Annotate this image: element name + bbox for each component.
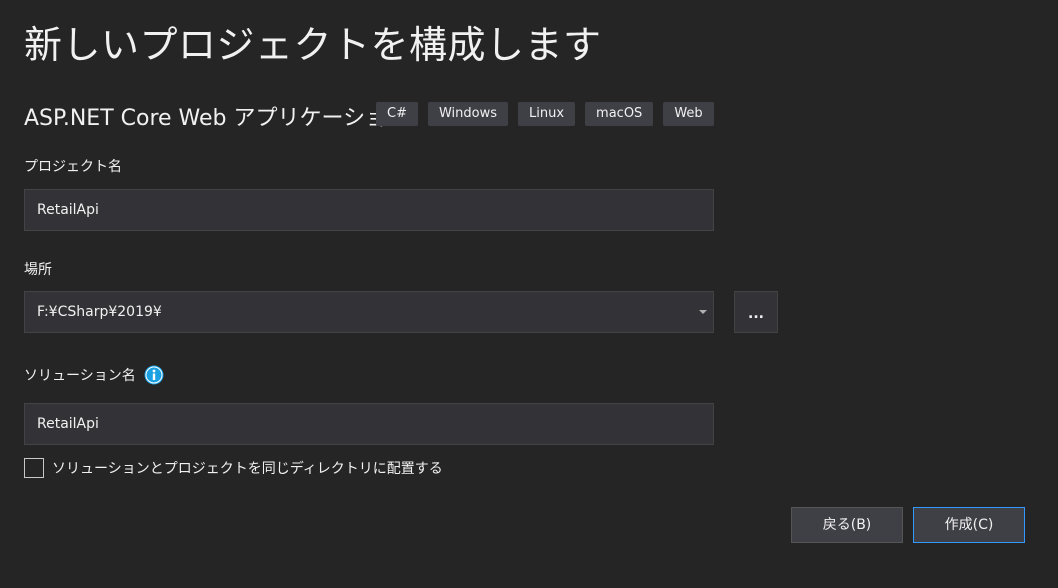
tag-linux: Linux bbox=[518, 102, 576, 126]
solution-name-input[interactable]: RetailApi bbox=[24, 403, 714, 445]
page-title: 新しいプロジェクトを構成します bbox=[24, 23, 602, 67]
project-name-value: RetailApi bbox=[37, 202, 99, 218]
tag-macos: macOS bbox=[585, 102, 654, 126]
location-label: 場所 bbox=[24, 262, 52, 278]
project-name-input[interactable]: RetailApi bbox=[24, 189, 714, 231]
tag-csharp: C# bbox=[376, 102, 418, 126]
dropdown-arrow-icon[interactable] bbox=[699, 310, 707, 314]
same-directory-checkbox[interactable] bbox=[24, 458, 44, 478]
create-button[interactable]: 作成(C) bbox=[913, 507, 1025, 543]
solution-name-value: RetailApi bbox=[37, 416, 99, 432]
configure-project-dialog: 新しいプロジェクトを構成します ASP.NET Core Web アプリケーショ… bbox=[0, 0, 1058, 588]
tag-web: Web bbox=[663, 102, 714, 126]
solution-name-label-row: ソリューション名 bbox=[24, 365, 164, 385]
browse-button[interactable]: ... bbox=[734, 291, 778, 333]
info-icon[interactable] bbox=[144, 365, 164, 385]
project-name-label: プロジェクト名 bbox=[24, 159, 122, 175]
template-name: ASP.NET Core Web アプリケーション bbox=[24, 106, 410, 131]
location-value: F:¥CSharp¥2019¥ bbox=[37, 304, 162, 320]
tag-windows: Windows bbox=[427, 102, 509, 126]
solution-name-label: ソリューション名 bbox=[24, 368, 136, 384]
template-tags: C# Windows Linux macOS Web bbox=[376, 102, 714, 126]
location-combobox[interactable]: F:¥CSharp¥2019¥ bbox=[24, 291, 714, 333]
back-button[interactable]: 戻る(B) bbox=[791, 507, 903, 543]
same-directory-label[interactable]: ソリューションとプロジェクトを同じディレクトリに配置する bbox=[52, 458, 443, 478]
same-directory-option[interactable]: ソリューションとプロジェクトを同じディレクトリに配置する bbox=[24, 458, 443, 478]
